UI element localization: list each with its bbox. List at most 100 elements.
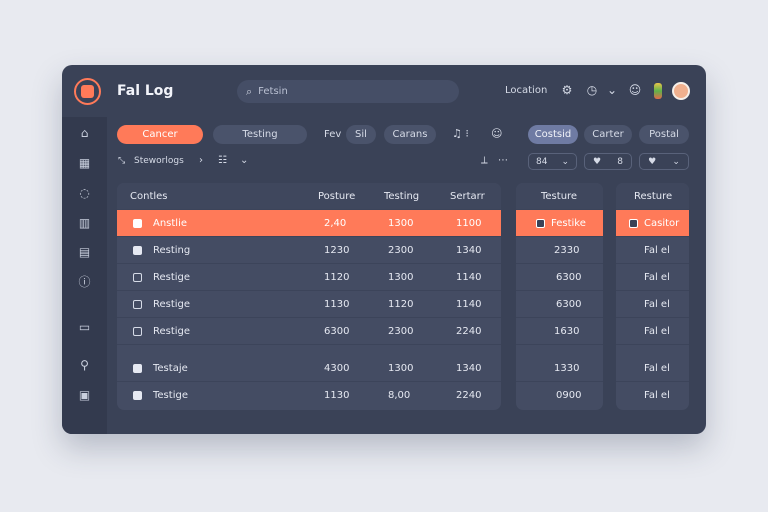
calendar-icon[interactable]: ▦ [76, 155, 93, 172]
table-row[interactable]: Fal el [616, 355, 689, 382]
main-table: Contles Posture Testing Sertarr Anstlie … [117, 183, 501, 410]
row-checkbox[interactable] [629, 219, 638, 228]
col-header[interactable]: Contles [130, 183, 168, 210]
chip-carter[interactable]: Carter [584, 125, 632, 144]
sidebar: ⌂ ▦ ◌ ▥ ▤ ⓘ ▭ ⚲ ▣ [62, 117, 107, 434]
breadcrumb[interactable]: Steworlogs [134, 156, 184, 166]
clock-icon[interactable]: ◷ [585, 82, 599, 98]
table-row[interactable]: Restige 1120 1300 1140 [117, 264, 501, 291]
table-row[interactable]: Fal el [616, 291, 689, 318]
row-value: 6300 [324, 326, 350, 337]
row-value: 2300 [388, 245, 414, 256]
col-header[interactable]: Resture [634, 183, 672, 210]
location-label[interactable]: Location [505, 85, 547, 96]
table-row[interactable]: Fal el [616, 237, 689, 264]
emoji-icon[interactable]: ☺ [491, 127, 502, 140]
col-header[interactable]: Sertarr [450, 183, 485, 210]
row-checkbox[interactable] [133, 391, 142, 400]
row-value: Fal el [644, 245, 670, 256]
row-checkbox[interactable] [133, 327, 142, 336]
table-row[interactable]: 1630 [516, 318, 603, 345]
row-value: 6300 [556, 272, 582, 283]
table-row[interactable]: Restige 1130 1120 1140 [117, 291, 501, 318]
row-value: 0900 [556, 390, 582, 401]
table-header: Testure [516, 183, 603, 210]
row-value: 1130 [324, 390, 350, 401]
col-header[interactable]: Testing [384, 183, 419, 210]
row-name: Testige [153, 390, 188, 401]
grid-icon[interactable]: ▥ [76, 215, 93, 232]
mini-value: 84 [536, 156, 548, 167]
app-window: Fal Log ⌕ Fetsin Location ⚙ ◷ ⌄ ☺ ⌂ ▦ ◌ … [62, 65, 706, 434]
table-row[interactable]: Fal el [616, 318, 689, 345]
chip-cancer[interactable]: Cancer [117, 125, 203, 144]
table-row[interactable]: Casitor [616, 210, 689, 237]
mini-control-3[interactable]: ♥ ⌄ [639, 153, 689, 170]
chip-testing[interactable]: Testing [213, 125, 307, 144]
avatar[interactable] [672, 82, 690, 100]
sort-icon[interactable]: ⟂ [481, 155, 488, 166]
table-header: Resture [616, 183, 689, 210]
table-row[interactable]: Restige 6300 2300 2240 [117, 318, 501, 345]
mini-control-1[interactable]: 84 ⌄ [528, 153, 577, 170]
row-value: 1300 [388, 218, 414, 229]
row-value: 8,00 [388, 390, 411, 401]
archive-icon[interactable]: ▣ [76, 387, 93, 404]
row-checkbox[interactable] [133, 219, 142, 228]
row-checkbox[interactable] [133, 364, 142, 373]
table-row[interactable]: 6300 [516, 291, 603, 318]
table-row[interactable]: Fal el [616, 382, 689, 409]
table-row[interactable]: 0900 [516, 382, 603, 409]
table-row[interactable]: Anstlie 2,40 1300 1100 [117, 210, 501, 237]
row-value: 2240 [456, 390, 482, 401]
mini-value: 8 [617, 156, 623, 167]
chip-postal[interactable]: Postal [639, 125, 689, 144]
chip-carans[interactable]: Carans [384, 125, 436, 144]
mini-control-2[interactable]: ♥ 8 [584, 153, 632, 170]
heart-icon: ♥ [593, 156, 602, 167]
chevron-down-icon[interactable]: ⌄ [240, 155, 248, 166]
chevron-down-icon[interactable]: ⌄ [605, 82, 619, 98]
row-checkbox[interactable] [133, 300, 142, 309]
search-placeholder: Fetsin [258, 86, 288, 97]
search-input[interactable]: ⌕ Fetsin [237, 80, 459, 103]
row-checkbox[interactable] [536, 219, 545, 228]
row-value: 2240 [456, 326, 482, 337]
table-row[interactable]: 2330 [516, 237, 603, 264]
collapse-icon[interactable]: ⤡ [118, 156, 125, 166]
table-row[interactable]: Testaje 4300 1300 1340 [117, 355, 501, 382]
link-icon[interactable]: ⚲ [76, 357, 93, 374]
filter-icon[interactable]: ☷ [218, 155, 227, 166]
col-header[interactable]: Testure [541, 183, 577, 210]
monitor-icon[interactable]: ▭ [76, 319, 93, 336]
fev-label[interactable]: Fev [324, 129, 341, 140]
chip-costsid[interactable]: Costsid [528, 125, 578, 144]
col-header[interactable]: Posture [318, 183, 355, 210]
row-value: 1340 [456, 245, 482, 256]
gear-icon[interactable]: ⚙ [560, 82, 574, 98]
row-value: Fal el [644, 326, 670, 337]
location-pin-icon[interactable] [654, 83, 662, 99]
smile-icon[interactable]: ☺ [628, 82, 642, 98]
row-value: 1140 [456, 272, 482, 283]
chat-icon[interactable]: ◌ [76, 185, 93, 202]
table-header: Contles Posture Testing Sertarr [117, 183, 501, 210]
more-icon[interactable]: ⋯ [498, 155, 508, 166]
chip-sil[interactable]: Sil [346, 125, 376, 144]
home-icon[interactable]: ⌂ [76, 125, 93, 142]
table-row[interactable]: 1330 [516, 355, 603, 382]
row-checkbox[interactable] [133, 246, 142, 255]
row-name: Restige [153, 326, 191, 337]
table-row[interactable]: Festike [516, 210, 603, 237]
table-row[interactable]: Resting 1230 2300 1340 [117, 237, 501, 264]
table-row[interactable]: 6300 [516, 264, 603, 291]
info-icon[interactable]: ⓘ [76, 274, 93, 291]
bell-icon[interactable]: ♫ ⁝ [452, 127, 469, 140]
table-row[interactable]: Fal el [616, 264, 689, 291]
row-value: 6300 [556, 299, 582, 310]
logo-icon[interactable] [74, 78, 101, 105]
row-checkbox[interactable] [133, 273, 142, 282]
table-row[interactable]: Testige 1130 8,00 2240 [117, 382, 501, 409]
document-icon[interactable]: ▤ [76, 244, 93, 261]
search-icon: ⌕ [246, 84, 253, 98]
